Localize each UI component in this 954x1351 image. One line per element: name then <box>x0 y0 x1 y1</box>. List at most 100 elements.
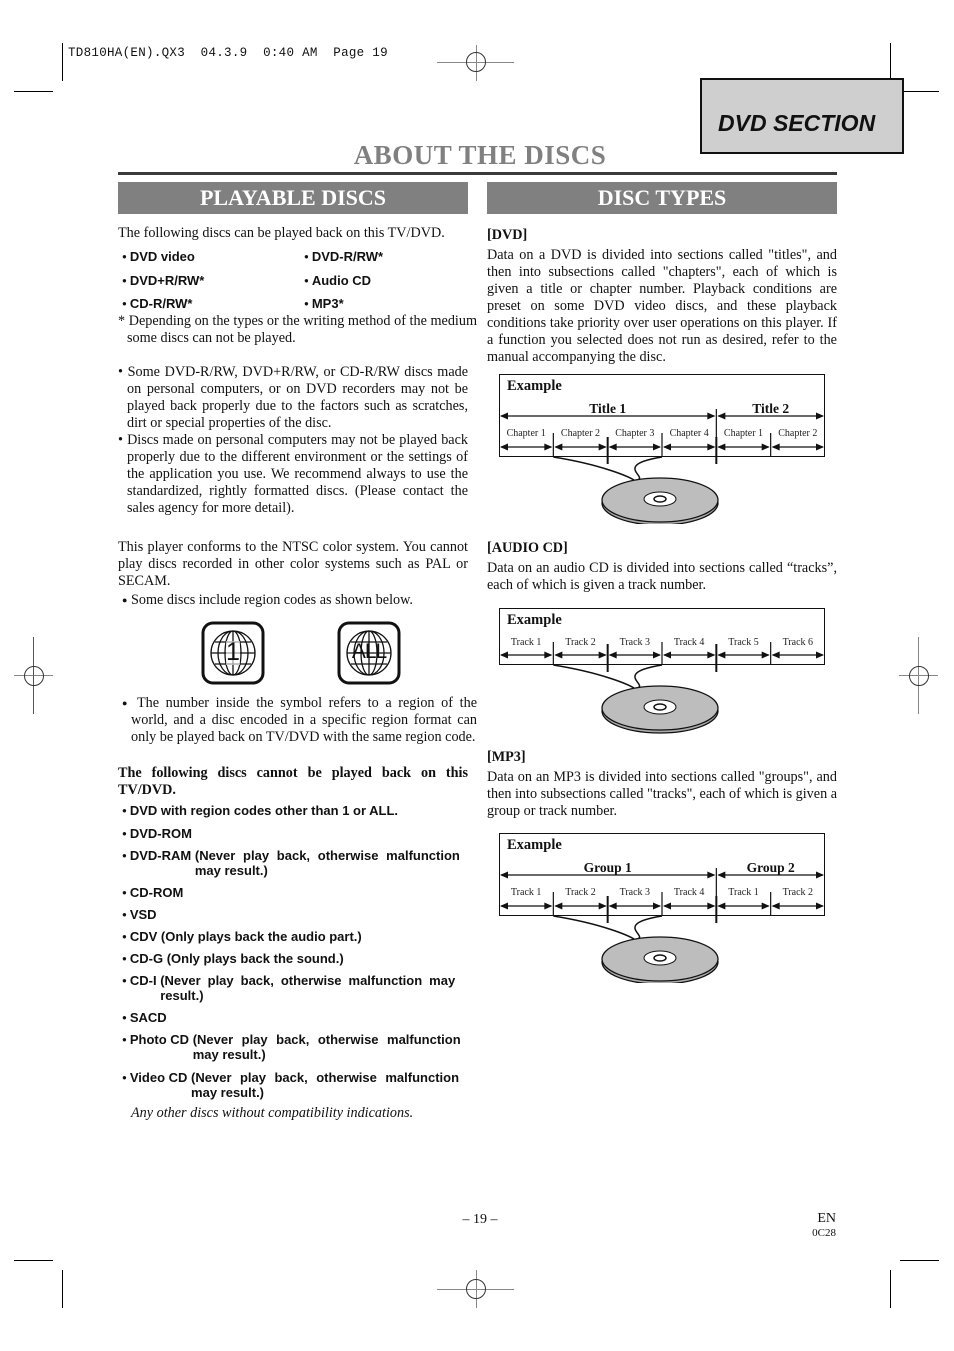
playable-footnote: * Depending on the types or the writing … <box>118 313 477 346</box>
arrowhead-right-icon <box>707 443 716 451</box>
segment-label: Chapter 3 <box>615 428 655 439</box>
playable-notes: • Some DVD-R/RW, DVD+R/RW, or CD-R/RW di… <box>118 364 468 517</box>
disc-list-item: CD-R/RW* <box>122 296 193 311</box>
arrowhead-right-icon <box>707 651 716 659</box>
crop-mark <box>890 1270 891 1308</box>
disc-list-item: Audio CD <box>304 273 371 288</box>
disc-list-item: MP3* <box>304 296 344 311</box>
disc-types-heading: DISC TYPES <box>487 182 837 214</box>
group-label: Group 1 <box>583 860 632 875</box>
segment-label: Chapter 2 <box>560 428 601 439</box>
cannot-play-item: SACD <box>122 1010 468 1025</box>
note-text: Discs made on personal computers may not… <box>127 432 468 516</box>
callout-line <box>634 664 663 689</box>
dvd-example-diagram: Example Title 1 Chapter 1 Chapter 2 Chapter… <box>499 374 825 524</box>
segment-label: Track 2 <box>565 887 596 898</box>
closing-note: Any other discs without compatibility in… <box>131 1105 414 1121</box>
arrowhead-left-icon <box>771 902 780 910</box>
segment-label: Chapter 1 <box>723 428 764 439</box>
print-file-name: TD810HA(EN).QX3 <box>68 46 186 60</box>
page-title: ABOUT THE DISCS <box>353 140 607 170</box>
ntsc-text: This player conforms to the NTSC color s… <box>118 539 468 589</box>
audio-cd-text: Data on an audio CD is divided into sect… <box>487 560 837 593</box>
item-note: (Never play back, otherwise malfunction … <box>194 848 460 878</box>
arrowhead-left-icon <box>717 443 726 451</box>
region-1-icon: 1 <box>201 621 265 690</box>
item-name: SACD <box>129 1010 167 1025</box>
arrowhead-right-icon <box>816 902 824 910</box>
group-label: Title 1 <box>589 401 627 416</box>
arrowhead-left-icon <box>608 443 617 451</box>
item-note: (Only plays back the sound.) <box>166 951 344 966</box>
group-label: Group 2 <box>746 860 795 875</box>
item-name: VSD <box>129 907 157 922</box>
callout-line <box>553 915 635 940</box>
dvd-diagram-lines <box>500 409 824 524</box>
disc-hole <box>653 495 667 503</box>
region-code-label: 1 <box>226 638 240 666</box>
item-name: DVD-ROM <box>129 826 192 841</box>
audio-cd-label: [AUDIO CD] <box>487 540 568 556</box>
mp3-text: Data on an MP3 is divided into sections … <box>487 769 838 819</box>
item-name: CD-I <box>129 973 157 988</box>
dvd-text: Data on a DVD is divided into sections c… <box>487 247 837 365</box>
disc-list-item: DVD-R/RW* <box>304 249 383 264</box>
cannot-play-item: DVD-ROM <box>122 826 468 841</box>
arrowhead-right-icon <box>544 902 553 910</box>
cannot-play-heading: The following discs cannot be played bac… <box>118 765 468 798</box>
group-label: Title 2 <box>752 401 790 416</box>
arrowhead-left-icon <box>771 443 780 451</box>
cannot-play-item: CD-I (Never play back, otherwise malfunc… <box>122 973 468 1003</box>
crop-mark <box>890 43 891 81</box>
print-date: 04.3.9 <box>200 46 248 60</box>
arrowhead-right-icon <box>707 902 716 910</box>
region-intro: ● Some discs include region codes as sho… <box>122 592 413 608</box>
arrowhead-left-icon <box>663 443 671 451</box>
arrowhead-left-icon <box>500 902 508 910</box>
crop-mark <box>900 91 939 92</box>
region-all-icon: ALL <box>337 621 401 690</box>
segment-label: Track 4 <box>673 887 705 898</box>
arrowhead-left-icon <box>554 443 563 451</box>
segment-label: Track 1 <box>510 637 542 648</box>
dvd-label: [DVD] <box>487 227 528 243</box>
arrowhead-right-icon <box>816 651 824 659</box>
arrowhead-right-icon <box>761 443 770 451</box>
arrowhead-right-icon <box>598 443 607 451</box>
item-name: DVD with region codes other than 1 or AL… <box>129 803 399 818</box>
registration-circle-icon <box>909 666 929 686</box>
segment-label: Chapter 2 <box>778 428 818 439</box>
disc-list-item: DVD video <box>122 249 195 264</box>
item-name: CDV <box>129 929 158 944</box>
cannot-play-item: Photo CD (Never play back, otherwise mal… <box>122 1032 468 1062</box>
section-tab-label: DVD SECTION <box>718 110 876 136</box>
segment-label: Track 4 <box>673 637 705 648</box>
segment-label: Track 3 <box>619 887 651 898</box>
arrowhead-right-icon <box>653 443 661 451</box>
region-intro-text: Some discs include region codes as shown… <box>130 592 413 608</box>
item-name: CD-ROM <box>129 885 184 900</box>
note-item: • Some DVD-R/RW, DVD+R/RW, or CD-R/RW di… <box>118 364 469 431</box>
arrowhead-left-icon <box>500 443 508 451</box>
print-header: TD810HA(EN).QX3 04.3.9 0:40 AM Page 19 <box>68 46 388 60</box>
note-item: • Discs made on personal computers may n… <box>118 432 468 516</box>
arrowhead-right-icon <box>761 902 770 910</box>
cannot-play-item: CDV (Only plays back the audio part.) <box>122 929 468 944</box>
arrowhead-left-icon <box>608 902 617 910</box>
print-time: 0:40 AM <box>263 46 318 60</box>
item-name: DVD-RAM <box>129 848 192 863</box>
item-note: (Never play back, otherwise malfunction … <box>191 1070 460 1100</box>
crop-mark <box>900 1260 939 1261</box>
arrowhead-right-icon <box>544 651 553 659</box>
page-number: – 19 – <box>462 1212 498 1227</box>
arrowhead-left-icon <box>663 651 671 659</box>
cannot-play-item: CD-G (Only plays back the sound.) <box>122 951 468 966</box>
arrowhead-right-icon <box>544 443 553 451</box>
callout-line <box>634 915 663 940</box>
segment-label: Track 2 <box>782 887 814 898</box>
disc-hole <box>653 954 667 962</box>
callout-line <box>553 456 635 481</box>
playable-intro: The following discs can be played back o… <box>118 225 445 241</box>
registration-circle-icon <box>466 52 486 72</box>
crop-mark <box>62 43 63 81</box>
